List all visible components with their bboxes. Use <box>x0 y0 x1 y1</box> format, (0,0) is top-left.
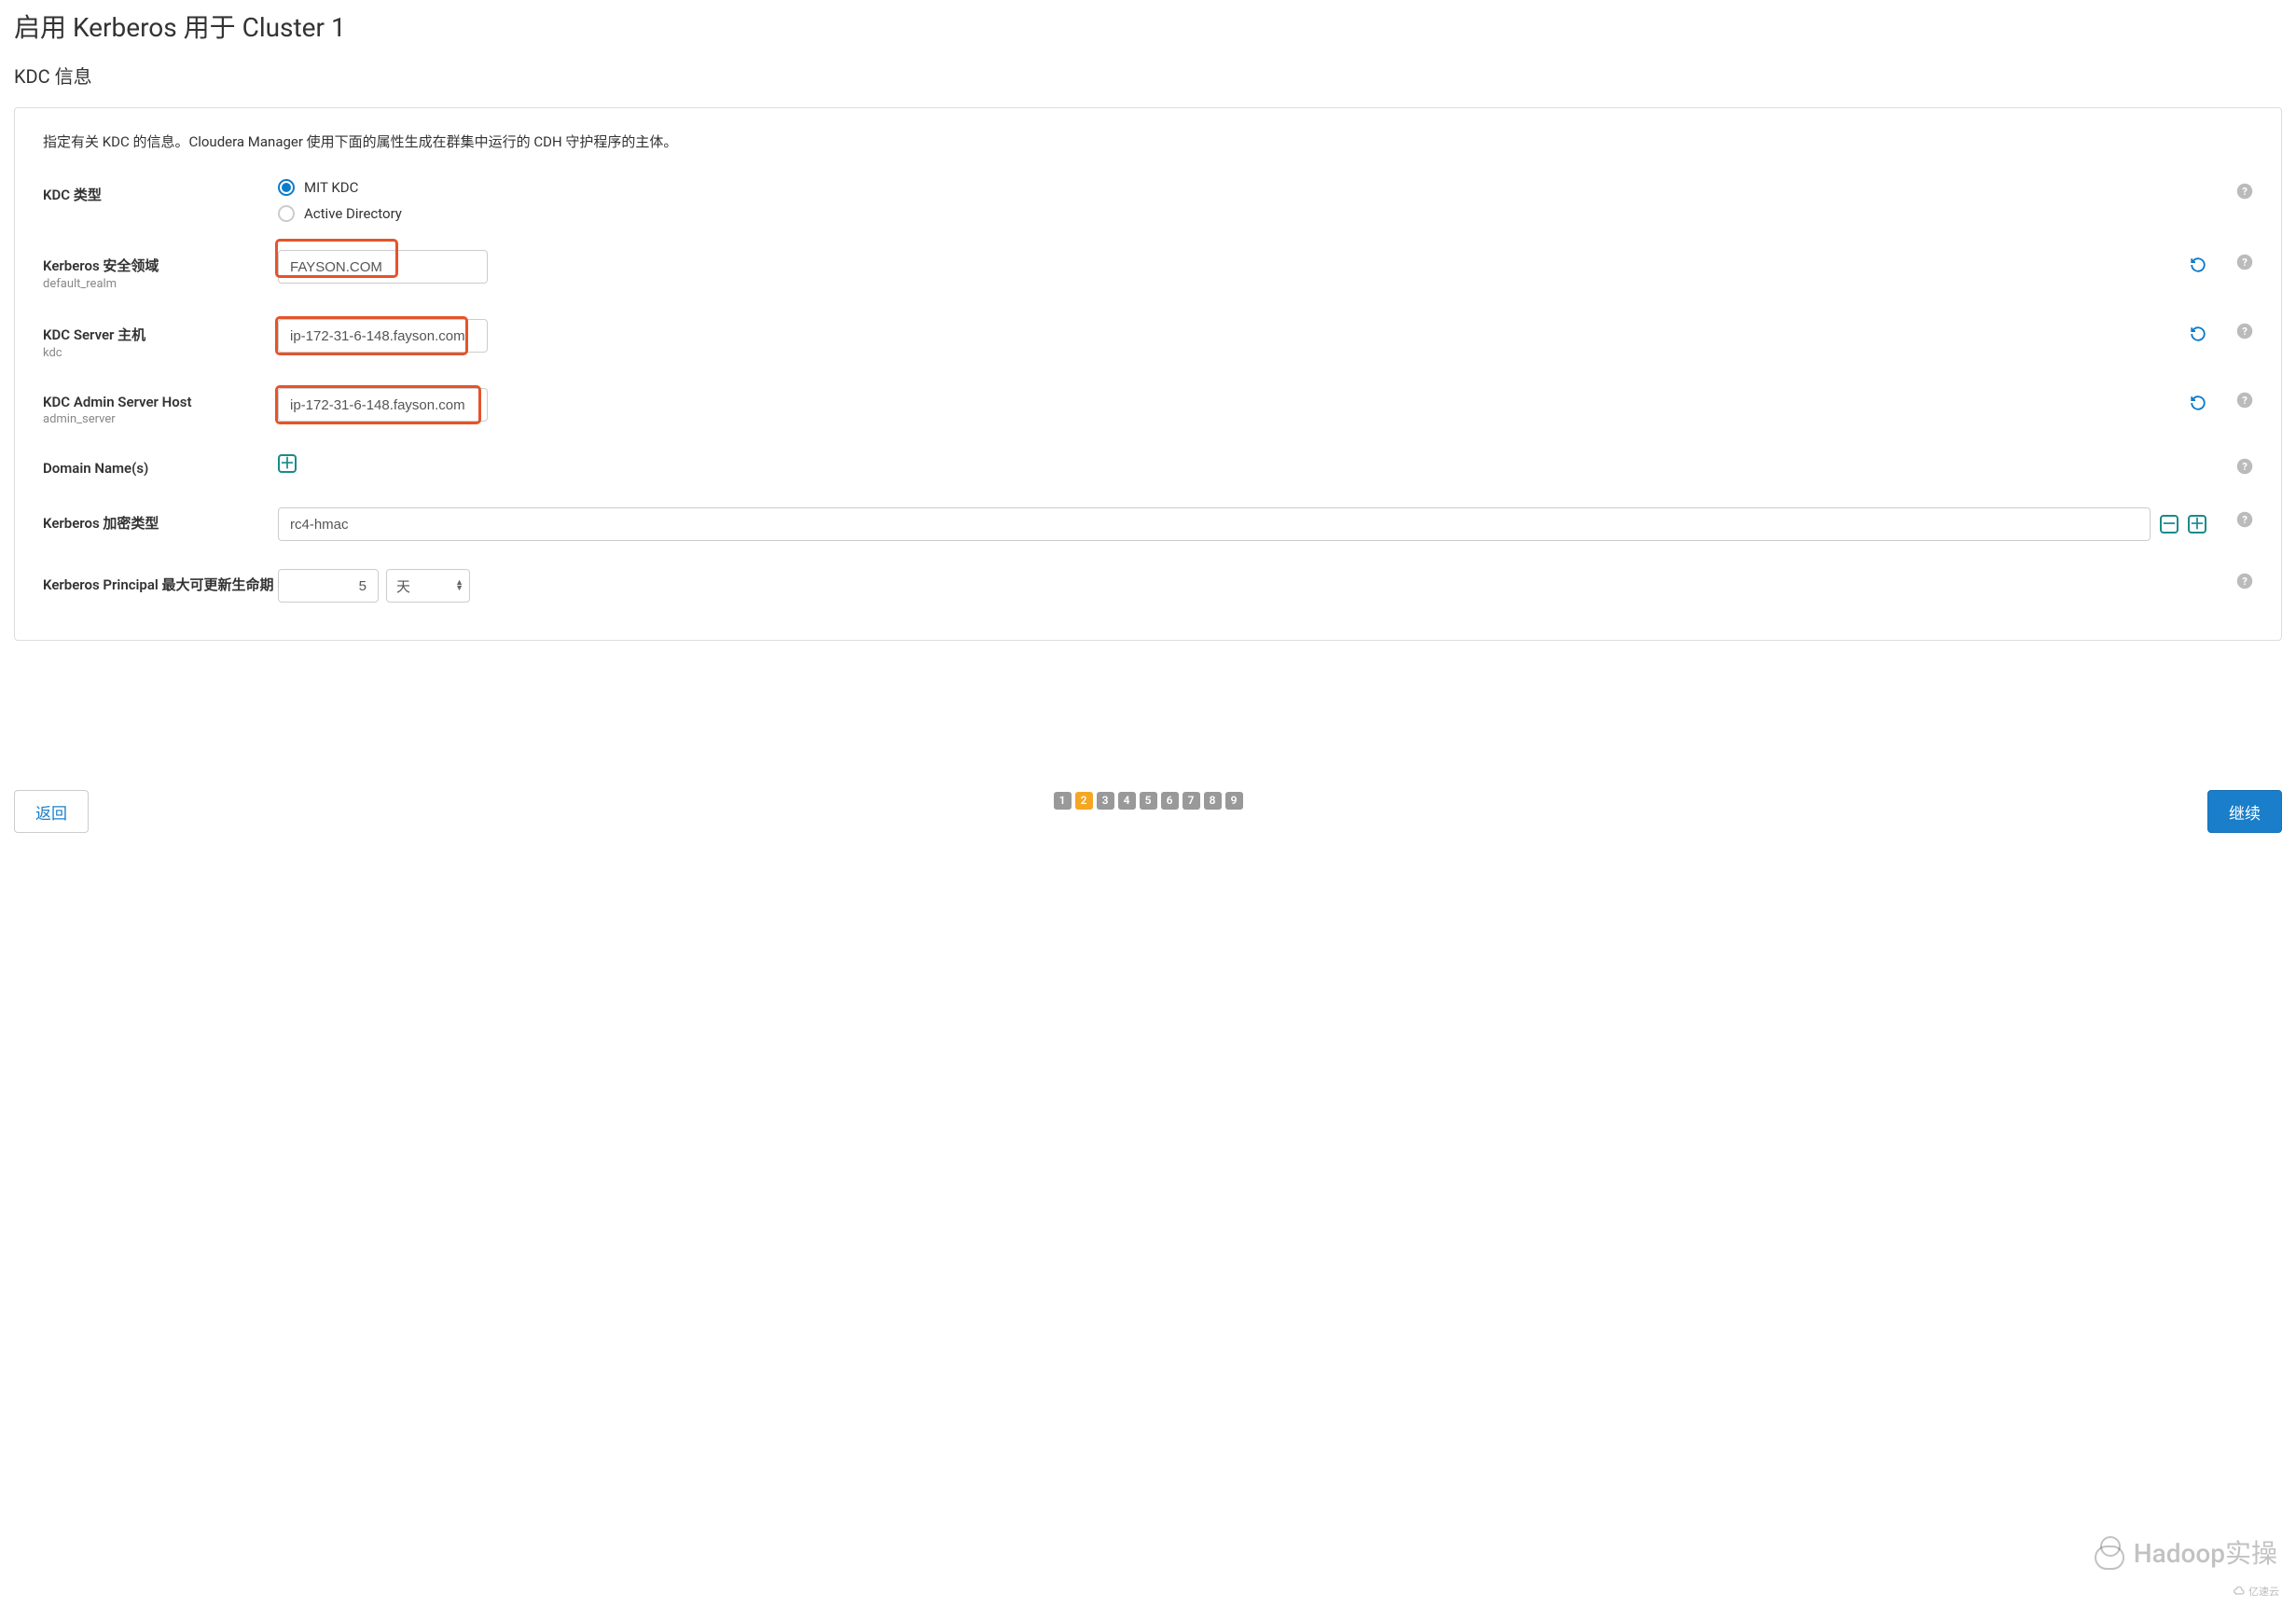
wechat-icon <box>2091 1536 2128 1568</box>
help-icon[interactable]: ? <box>2236 185 2253 204</box>
label-domain-names: Domain Name(s) <box>43 460 278 477</box>
row-admin-server: KDC Admin Server Host admin_server ? <box>43 388 2253 426</box>
admin-server-input[interactable] <box>278 388 488 422</box>
form-panel: 指定有关 KDC 的信息。Cloudera Manager 使用下面的属性生成在… <box>14 107 2282 641</box>
row-kdc-type: KDC 类型 MIT KDC Active Directory ? <box>43 179 2253 222</box>
select-caret-icon: ▲▼ <box>455 580 463 591</box>
watermark: Hadoop实操 <box>2091 1533 2277 1571</box>
sublabel-realm: default_realm <box>43 277 278 291</box>
help-icon[interactable]: ? <box>2236 256 2253 275</box>
page-3[interactable]: 3 <box>1097 792 1114 810</box>
radio-mit-kdc-label: MIT KDC <box>304 179 358 196</box>
label-kdc-type: KDC 类型 <box>43 185 278 204</box>
enc-type-input[interactable] <box>278 507 2151 541</box>
principal-life-input[interactable] <box>278 569 379 603</box>
page-8[interactable]: 8 <box>1204 792 1222 810</box>
continue-button-label: 继续 <box>2229 800 2261 824</box>
svg-text:?: ? <box>2242 514 2248 526</box>
radio-icon <box>278 179 295 196</box>
svg-text:?: ? <box>2242 395 2248 407</box>
help-icon[interactable]: ? <box>2236 460 2253 479</box>
label-enc-types: Kerberos 加密类型 <box>43 513 278 533</box>
row-kdc-server: KDC Server 主机 kdc ? <box>43 319 2253 360</box>
page-6[interactable]: 6 <box>1161 792 1179 810</box>
reset-icon[interactable] <box>2190 326 2206 347</box>
page-5[interactable]: 5 <box>1140 792 1157 810</box>
label-admin-server: KDC Admin Server Host <box>43 394 278 410</box>
radio-active-directory[interactable]: Active Directory <box>278 205 402 222</box>
label-kdc-server: KDC Server 主机 <box>43 325 278 344</box>
back-button[interactable]: 返回 <box>14 790 89 833</box>
label-realm: Kerberos 安全领域 <box>43 256 278 275</box>
add-icon[interactable]: ＋ <box>278 454 297 473</box>
pagination: 123456789 <box>89 792 2207 810</box>
page-1[interactable]: 1 <box>1054 792 1072 810</box>
page-9[interactable]: 9 <box>1225 792 1243 810</box>
reset-icon[interactable] <box>2190 395 2206 416</box>
page-4[interactable]: 4 <box>1118 792 1136 810</box>
add-icon[interactable]: ＋ <box>2188 515 2206 534</box>
form-description: 指定有关 KDC 的信息。Cloudera Manager 使用下面的属性生成在… <box>43 132 2253 151</box>
radio-mit-kdc[interactable]: MIT KDC <box>278 179 402 196</box>
small-watermark: 亿速云 <box>2233 1584 2279 1599</box>
row-realm: Kerberos 安全领域 default_realm ? <box>43 250 2253 291</box>
svg-text:?: ? <box>2242 326 2248 338</box>
svg-text:?: ? <box>2242 461 2248 473</box>
row-enc-types: Kerberos 加密类型 － ＋ ? <box>43 507 2253 541</box>
remove-icon[interactable]: － <box>2160 515 2178 534</box>
page-title: 启用 Kerberos 用于 Cluster 1 <box>14 7 2282 45</box>
radio-icon <box>278 205 295 222</box>
watermark-text: Hadoop实操 <box>2134 1533 2277 1571</box>
sublabel-admin-server: admin_server <box>43 412 278 426</box>
svg-text:?: ? <box>2242 186 2248 198</box>
realm-input[interactable] <box>278 250 488 284</box>
help-icon[interactable]: ? <box>2236 394 2253 413</box>
reset-icon[interactable] <box>2190 256 2206 278</box>
row-principal-life: Kerberos Principal 最大可更新生命期 天 ▲▼ ? <box>43 569 2253 603</box>
help-icon[interactable]: ? <box>2236 325 2253 344</box>
kdc-server-input[interactable] <box>278 319 488 353</box>
back-button-label: 返回 <box>35 800 67 824</box>
page-7[interactable]: 7 <box>1183 792 1200 810</box>
svg-text:?: ? <box>2242 256 2248 269</box>
radio-group-kdc-type: MIT KDC Active Directory <box>278 179 402 222</box>
svg-text:?: ? <box>2242 575 2248 588</box>
principal-life-unit-label: 天 <box>396 576 410 596</box>
label-principal-life: Kerberos Principal 最大可更新生命期 <box>43 575 278 594</box>
sublabel-kdc-server: kdc <box>43 346 278 360</box>
continue-button[interactable]: 继续 <box>2207 790 2282 833</box>
row-domain-names: Domain Name(s) ＋ ? <box>43 454 2253 479</box>
page-subtitle: KDC 信息 <box>14 62 2282 89</box>
page-2[interactable]: 2 <box>1075 792 1093 810</box>
help-icon[interactable]: ? <box>2236 575 2253 594</box>
help-icon[interactable]: ? <box>2236 513 2253 533</box>
radio-ad-label: Active Directory <box>304 205 402 222</box>
principal-life-unit-select[interactable]: 天 ▲▼ <box>386 569 470 603</box>
footer-bar: 返回 123456789 继续 <box>14 781 2282 852</box>
